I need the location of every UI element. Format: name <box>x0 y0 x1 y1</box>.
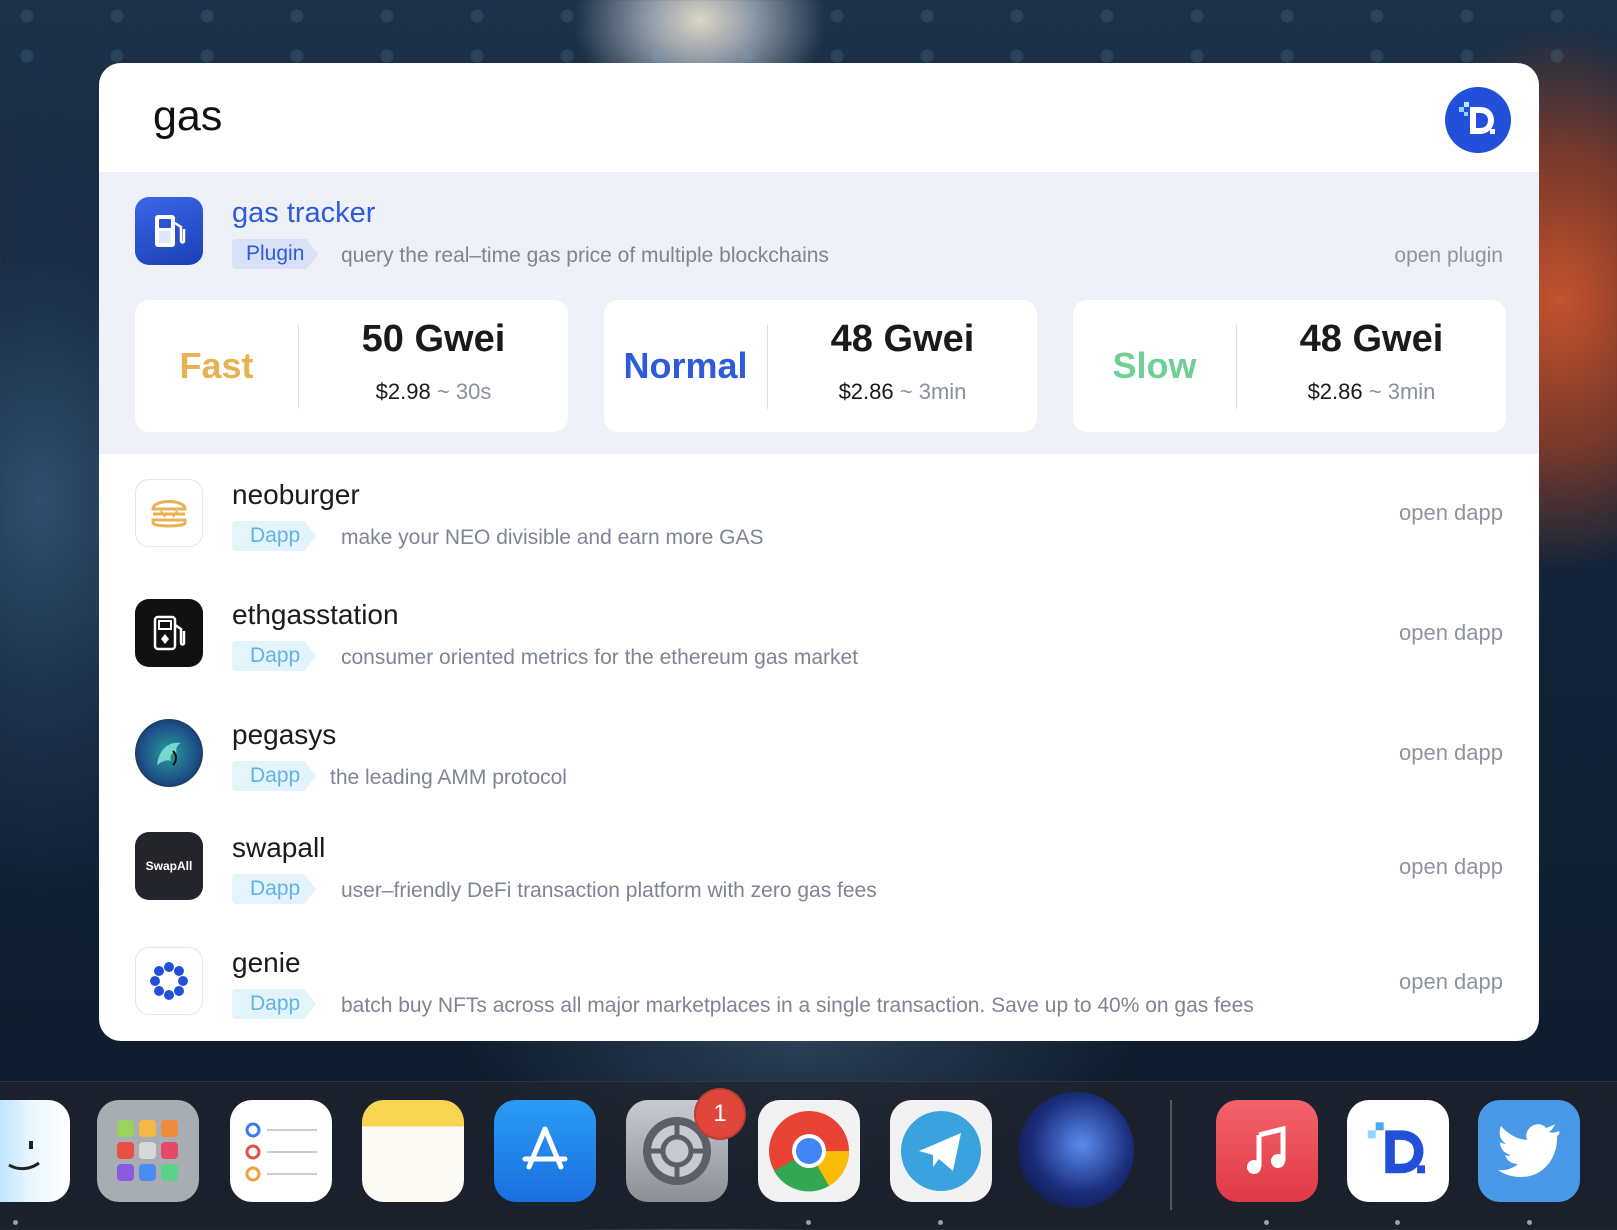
dapp-title: pegasys <box>232 719 337 750</box>
search-input[interactable] <box>153 85 1353 147</box>
running-indicator <box>13 1220 18 1225</box>
gas-time: 3min <box>1387 379 1436 404</box>
gas-cost-row: $2.86 ~ 3min <box>1237 379 1506 405</box>
list-item[interactable]: SwapAll swapall Dapp user–friendly DeFi … <box>99 814 1539 929</box>
list-item[interactable]: neoburger Dapp make your NEO divisible a… <box>99 454 1539 574</box>
cinema4d-icon[interactable] <box>1018 1092 1134 1208</box>
dapp-badge: Dapp <box>232 641 316 671</box>
gas-gwei-value: 48 Gwei <box>830 318 975 360</box>
gas-pump-icon <box>135 599 203 667</box>
open-dapp-link[interactable]: open dapp <box>1399 740 1503 766</box>
notes-icon[interactable] <box>362 1100 464 1202</box>
wallpaper-bubbles <box>0 0 1617 70</box>
dapp-description: make your NEO divisible and earn more GA… <box>341 526 764 549</box>
running-indicator <box>1395 1220 1400 1225</box>
dock <box>0 1081 1617 1230</box>
list-item[interactable]: genie Dapp batch buy NFTs across all maj… <box>99 929 1539 1041</box>
telegram-icon[interactable] <box>890 1100 992 1202</box>
gas-gwei-value: 50 Gwei <box>361 318 506 360</box>
plugin-title: gas tracker <box>232 197 376 229</box>
dapp-description: batch buy NFTs across all major marketpl… <box>341 994 1254 1017</box>
running-indicator <box>1527 1220 1532 1225</box>
plugin-badge: Plugin <box>232 239 318 269</box>
open-dapp-link[interactable]: open dapp <box>1399 854 1503 880</box>
chrome-icon[interactable] <box>758 1100 860 1202</box>
gas-price: $2.86 <box>1307 379 1363 404</box>
gas-speed-label: Fast <box>179 345 254 386</box>
gas-pump-icon <box>135 197 203 265</box>
app-store-icon[interactable] <box>494 1100 596 1202</box>
open-dapp-link[interactable]: open dapp <box>1399 969 1503 995</box>
gas-separator: ~ <box>436 379 450 404</box>
featured-plugin[interactable]: gas tracker Plugin query the real–time g… <box>99 173 1539 454</box>
dapp-title: ethgasstation <box>232 599 399 630</box>
dapp-description: consumer oriented metrics for the ethere… <box>341 646 859 669</box>
gas-cost-row: $2.98 ~ 30s <box>299 379 568 405</box>
dapp-description: the leading AMM protocol <box>330 766 567 789</box>
launchpad-icon[interactable] <box>97 1100 199 1202</box>
notification-badge: 1 <box>694 1088 746 1140</box>
running-indicator <box>938 1220 943 1225</box>
dapp-badge: Dapp <box>232 989 316 1019</box>
gas-price-cards: Fast 50 Gwei $2.98 ~ 30s Normal 48 Gwei … <box>135 300 1506 432</box>
gas-gwei-value: 48 Gwei <box>1299 318 1444 360</box>
dapp-title: swapall <box>232 832 326 863</box>
dapp-title: neoburger <box>232 479 360 510</box>
dapp-title: genie <box>232 947 301 978</box>
genie-icon <box>135 947 203 1015</box>
gas-card-fast[interactable]: Fast 50 Gwei $2.98 ~ 30s <box>135 300 568 432</box>
burger-icon <box>135 479 203 547</box>
open-dapp-link[interactable]: open dapp <box>1399 500 1503 526</box>
list-item[interactable]: pegasys Dapp the leading AMM protocol op… <box>99 694 1539 814</box>
dock-separator <box>1170 1100 1172 1210</box>
gas-speed-label: Normal <box>623 345 748 386</box>
gas-cost-row: $2.86 ~ 3min <box>768 379 1037 405</box>
open-plugin-link[interactable]: open plugin <box>1394 244 1503 268</box>
gas-speed-label: Slow <box>1112 345 1197 386</box>
running-indicator <box>1264 1220 1269 1225</box>
dapp-badge: Dapp <box>232 874 316 904</box>
dapp-launcher-logo-icon[interactable] <box>1445 87 1511 153</box>
dapp-description: user–friendly DeFi transaction platform … <box>341 879 877 902</box>
dapp-launcher-icon[interactable] <box>1347 1100 1449 1202</box>
plugin-description: query the real–time gas price of multipl… <box>341 244 829 267</box>
gas-separator: ~ <box>899 379 913 404</box>
dapp-badge: Dapp <box>232 521 316 551</box>
gas-time: 3min <box>918 379 967 404</box>
gas-price: $2.98 <box>375 379 431 404</box>
gas-price: $2.86 <box>838 379 894 404</box>
running-indicator <box>806 1220 811 1225</box>
finder-icon[interactable] <box>0 1100 70 1202</box>
twitter-icon[interactable] <box>1478 1100 1580 1202</box>
swapall-logo: SwapAll <box>135 832 203 900</box>
gas-separator: ~ <box>1368 379 1382 404</box>
launcher-panel: gas tracker Plugin query the real–time g… <box>99 63 1539 1041</box>
results-list: neoburger Dapp make your NEO divisible a… <box>99 454 1539 1041</box>
pegasus-icon <box>135 719 203 787</box>
gas-card-slow[interactable]: Slow 48 Gwei $2.86 ~ 3min <box>1073 300 1506 432</box>
reminders-icon[interactable] <box>230 1100 332 1202</box>
music-icon[interactable] <box>1216 1100 1318 1202</box>
open-dapp-link[interactable]: open dapp <box>1399 620 1503 646</box>
dapp-badge: Dapp <box>232 761 316 791</box>
gas-card-normal[interactable]: Normal 48 Gwei $2.86 ~ 3min <box>604 300 1037 432</box>
search-bar <box>99 63 1539 173</box>
list-item[interactable]: ethgasstation Dapp consumer oriented met… <box>99 574 1539 694</box>
gas-time: 30s <box>455 379 492 404</box>
swapall-logo-text: SwapAll <box>145 859 193 873</box>
